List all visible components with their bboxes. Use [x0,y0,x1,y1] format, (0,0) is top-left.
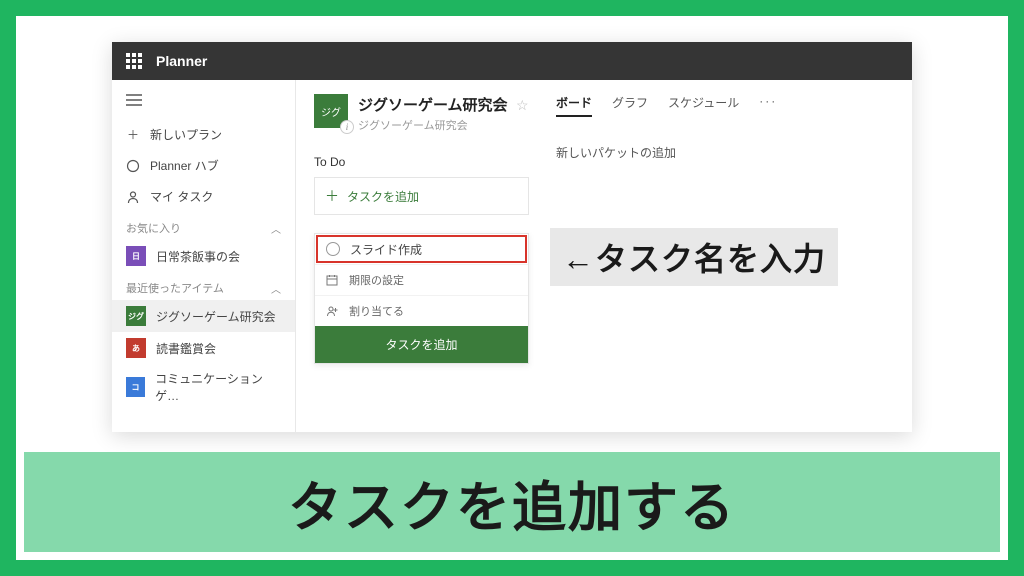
plan-avatar: ジグ i [314,94,348,128]
tab-more[interactable]: ··· [759,94,777,117]
sidebar-plan-item[interactable]: コ コミュニケーションゲ… [112,364,295,410]
app-launcher-icon[interactable] [126,53,142,69]
sidebar-plan-item[interactable]: ジグ ジグソーゲーム研究会 [112,300,295,332]
due-date-row[interactable]: 期限の設定 [315,264,528,295]
nav-new-plan[interactable]: ＋ 新しいプラン [112,119,295,150]
nav-label: 新しいプラン [150,126,222,143]
caption-text: タスクを追加する [288,463,736,542]
section-recent[interactable]: 最近使ったアイテム ︿ [112,272,295,300]
star-icon[interactable]: ☆ [516,97,529,113]
nav-planner-hub[interactable]: Planner ハブ [112,150,295,181]
person-icon [126,190,140,204]
plan-badge: コ [126,377,145,397]
info-icon[interactable]: i [340,120,354,134]
plan-badge: 日 [126,246,146,266]
hub-icon [126,159,140,173]
tab-chart[interactable]: グラフ [612,94,648,117]
chevron-up-icon: ︿ [271,221,281,236]
bucket-new-label[interactable]: 新しいパケットの追加 [556,144,676,161]
plus-icon: ＋ [325,186,339,206]
plan-label: 読書鑑賞会 [156,340,216,357]
caption-bar: タスクを追加する [24,452,1000,552]
plus-icon: ＋ [126,128,140,142]
hamburger-icon[interactable] [112,90,295,119]
plan-label: 日常茶飯事の会 [156,248,240,265]
plan-label: ジグソーゲーム研究会 [156,308,276,325]
section-favorites[interactable]: お気に入り ︿ [112,212,295,240]
calendar-icon [325,274,339,286]
plan-title: ジグソーゲーム研究会 [358,97,508,114]
top-bar: Planner [112,42,912,80]
sidebar-plan-item[interactable]: あ 読書鑑賞会 [112,332,295,364]
sidebar: ＋ 新しいプラン Planner ハブ マイ タスク お気に入り ︿ 日 [112,80,296,432]
plan-subtitle: ジグソーゲーム研究会 [358,117,529,133]
tab-board[interactable]: ボード [556,94,592,117]
nav-label: マイ タスク [150,188,213,205]
task-name-row[interactable] [316,235,527,263]
task-form: 期限の設定 割り当てる タスクを追加 [314,233,529,364]
tab-schedule[interactable]: スケジュール [668,94,739,117]
add-task-button[interactable]: タスクを追加 [315,326,528,363]
annotation-label: ←タスク名を入力 [550,228,838,286]
add-task-card[interactable]: ＋ タスクを追加 [314,177,529,215]
assign-row[interactable]: 割り当てる [315,295,528,326]
plan-badge: あ [126,338,146,358]
nav-label: Planner ハブ [150,157,219,174]
chevron-up-icon: ︿ [271,281,281,296]
circle-icon [326,242,340,256]
app-title: Planner [156,53,207,69]
plan-badge: ジグ [126,306,146,326]
nav-my-tasks[interactable]: マイ タスク [112,181,295,212]
plan-label: コミュニケーションゲ… [155,370,281,404]
task-name-input[interactable] [350,242,517,256]
sidebar-plan-item[interactable]: 日 日常茶飯事の会 [112,240,295,272]
assign-icon [325,305,339,317]
